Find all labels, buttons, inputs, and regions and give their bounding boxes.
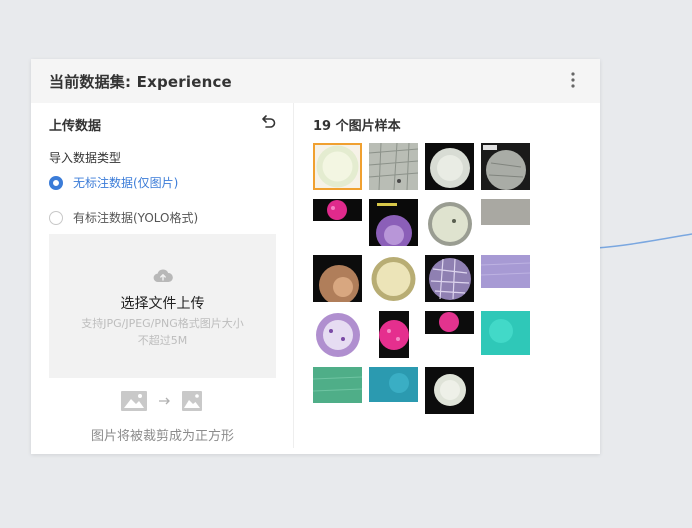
upload-dropzone[interactable]: 选择文件上传 支持JPG/JPEG/PNG格式图片大小 不超过5M xyxy=(49,234,276,378)
radio-label: 无标注数据(仅图片) xyxy=(73,176,179,190)
sample-thumbnail[interactable] xyxy=(425,199,474,246)
background-connector-line xyxy=(596,233,692,249)
crop-illustration xyxy=(121,391,202,411)
undo-icon[interactable] xyxy=(261,113,277,129)
sample-thumbnail[interactable] xyxy=(369,199,418,246)
sample-thumbnail[interactable] xyxy=(481,255,530,302)
sample-thumbnail[interactable] xyxy=(481,199,530,246)
sample-thumbnail[interactable] xyxy=(313,143,362,190)
sample-thumbnail[interactable] xyxy=(425,143,474,190)
radio-button-checked[interactable] xyxy=(49,175,63,190)
sample-thumbnail[interactable] xyxy=(313,199,362,246)
radio-labeled-data[interactable]: 有标注数据(YOLO格式) xyxy=(49,209,198,226)
sample-thumbnail[interactable] xyxy=(425,367,474,414)
import-type-label: 导入数据类型 xyxy=(49,151,122,165)
radio-button[interactable] xyxy=(49,210,63,225)
radio-label: 有标注数据(YOLO格式) xyxy=(73,211,199,225)
sample-thumbnail[interactable] xyxy=(425,255,474,302)
samples-title: 19 个图片样本 xyxy=(313,119,401,134)
radio-unlabeled-data[interactable]: 无标注数据(仅图片) xyxy=(49,174,178,191)
sample-thumbnail[interactable] xyxy=(425,311,474,358)
sample-thumbnail[interactable] xyxy=(481,311,530,358)
sample-thumbnail[interactable] xyxy=(369,255,418,302)
card-header: 当前数据集: Experience xyxy=(31,59,600,103)
arrow-right-icon xyxy=(159,397,170,405)
image-icon xyxy=(121,391,147,411)
dropzone-hint-line: 不超过5M xyxy=(137,334,188,347)
cloud-upload-icon xyxy=(153,269,173,283)
more-vertical-icon[interactable] xyxy=(569,71,577,89)
sample-thumbnail[interactable] xyxy=(369,143,418,190)
dataset-card: 当前数据集: Experience 上传数据 导入数据类型 无标注数据(仅图片)… xyxy=(31,59,600,454)
sample-thumbnail[interactable] xyxy=(369,311,418,358)
crop-note: 图片将被裁剪成为正方形 xyxy=(90,429,234,444)
dropzone-hint: 支持JPG/JPEG/PNG格式图片大小 不超过5M xyxy=(65,315,260,349)
sample-thumbnail[interactable] xyxy=(369,367,418,414)
upload-panel: 上传数据 导入数据类型 无标注数据(仅图片) 有标注数据(YOLO格式) 选择文… xyxy=(31,103,294,448)
dropzone-hint-line: 支持JPG/JPEG/PNG格式图片大小 xyxy=(81,317,244,330)
dropzone-title: 选择文件上传 xyxy=(120,296,205,312)
image-icon xyxy=(182,391,202,411)
sample-thumbnail[interactable] xyxy=(313,311,362,358)
sample-thumbnail[interactable] xyxy=(481,143,530,190)
card-title: 当前数据集: Experience xyxy=(49,73,232,91)
upload-title: 上传数据 xyxy=(49,119,102,134)
sample-thumbnail[interactable] xyxy=(313,255,362,302)
samples-panel: 19 个图片样本 xyxy=(295,103,600,448)
sample-thumbnail[interactable] xyxy=(313,367,362,414)
